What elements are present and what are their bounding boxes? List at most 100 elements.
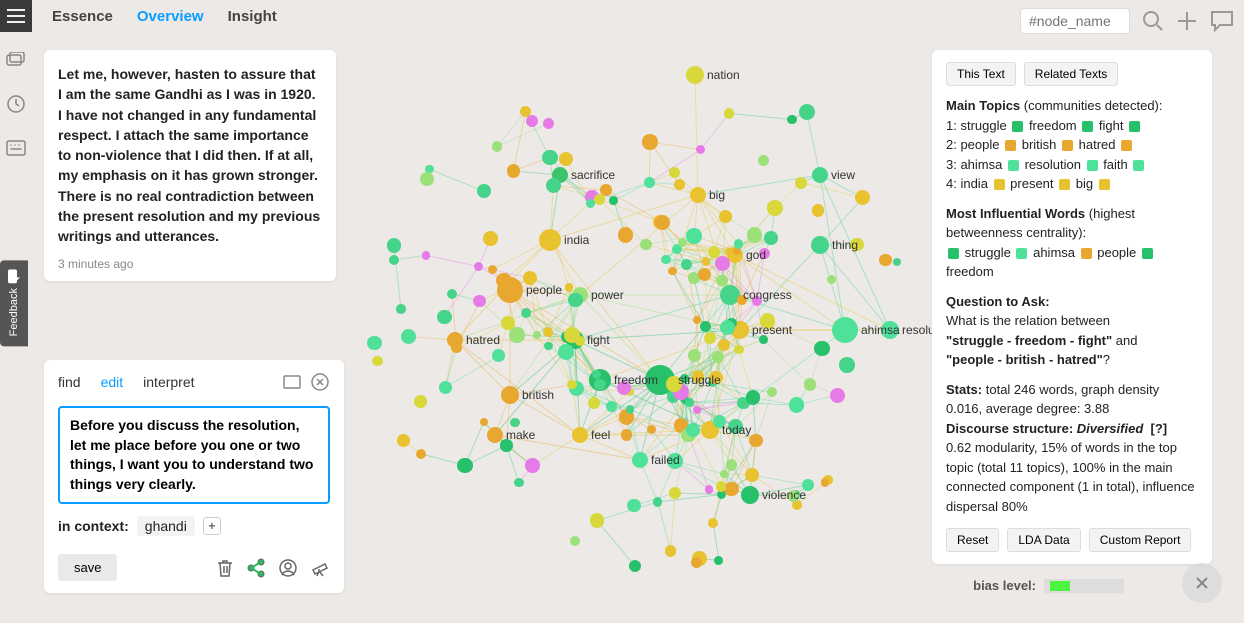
discourse-help[interactable]: [?]	[1151, 421, 1168, 436]
menu-button[interactable]	[0, 0, 32, 32]
graph-node[interactable]	[668, 267, 676, 275]
graph-node[interactable]	[387, 238, 402, 253]
graph-node[interactable]	[632, 452, 648, 468]
graph-node[interactable]	[451, 343, 461, 353]
graph-node[interactable]	[693, 406, 701, 414]
feedback-tab[interactable]: Feedback	[0, 260, 28, 346]
bias-bar[interactable]	[1044, 579, 1124, 593]
graph-node[interactable]	[422, 251, 431, 260]
graph-node[interactable]	[716, 481, 727, 492]
graph-node[interactable]	[747, 227, 763, 243]
graph-node[interactable]	[477, 184, 491, 198]
graph-node[interactable]	[509, 327, 525, 343]
graph-node[interactable]	[567, 380, 576, 389]
lda-button[interactable]: LDA Data	[1007, 528, 1080, 552]
graph-node[interactable]	[420, 172, 434, 186]
rail-history-icon[interactable]	[0, 88, 32, 120]
graph-node[interactable]	[716, 275, 728, 287]
graph-node[interactable]	[655, 215, 670, 230]
graph-node[interactable]	[686, 228, 702, 244]
graph-node[interactable]	[644, 177, 655, 188]
editor-tab-edit[interactable]: edit	[101, 374, 124, 390]
plus-icon[interactable]	[1176, 10, 1198, 32]
graph-node[interactable]	[788, 490, 799, 501]
graph-node[interactable]	[718, 339, 730, 351]
graph-node[interactable]	[543, 327, 553, 337]
graph-node[interactable]	[789, 397, 804, 412]
graph-node[interactable]	[719, 210, 732, 223]
editor-tab-find[interactable]: find	[58, 374, 81, 390]
graph-node[interactable]	[661, 255, 671, 265]
graph-node[interactable]	[594, 194, 605, 205]
graph-node[interactable]	[544, 342, 552, 350]
graph-node[interactable]	[586, 199, 595, 208]
graph-node[interactable]	[437, 310, 451, 324]
graph-node[interactable]	[685, 398, 694, 407]
graph-node[interactable]	[542, 150, 557, 165]
editor-tab-interpret[interactable]: interpret	[143, 374, 194, 390]
graph-node[interactable]	[626, 405, 635, 414]
graph-node[interactable]	[715, 256, 730, 271]
graph-node[interactable]	[737, 295, 746, 304]
rail-keyboard-icon[interactable]	[0, 132, 32, 164]
graph-node[interactable]	[500, 439, 512, 451]
graph-node[interactable]	[745, 468, 759, 482]
graph-node[interactable]	[724, 108, 734, 118]
graph-node[interactable]	[594, 379, 606, 391]
reset-button[interactable]: Reset	[946, 528, 999, 552]
graph-node[interactable]	[720, 320, 735, 335]
rail-workspace-icon[interactable]	[0, 44, 32, 76]
graph-node[interactable]	[879, 254, 891, 266]
graph-node[interactable]	[609, 196, 618, 205]
graph-node[interactable]	[492, 141, 502, 151]
graph-node[interactable]	[457, 458, 472, 473]
user-icon[interactable]	[278, 558, 298, 578]
close-icon[interactable]	[310, 372, 330, 392]
graph-node[interactable]	[811, 236, 829, 254]
graph-node[interactable]	[523, 271, 537, 285]
graph-node[interactable]	[501, 386, 519, 404]
graph-node[interactable]	[698, 268, 711, 281]
graph-node[interactable]	[839, 357, 855, 373]
graph-node[interactable]	[832, 317, 858, 343]
graph-node[interactable]	[746, 390, 760, 404]
graph-node[interactable]	[690, 187, 706, 203]
graph-node[interactable]	[640, 239, 652, 251]
tab-essence[interactable]: Essence	[52, 8, 113, 25]
graph-node[interactable]	[691, 557, 702, 568]
graph-node[interactable]	[787, 115, 797, 125]
graph-node[interactable]	[588, 397, 600, 409]
graph-node[interactable]	[795, 177, 807, 189]
graph-node[interactable]	[488, 265, 497, 274]
graph-node[interactable]	[642, 134, 657, 149]
graph-node[interactable]	[558, 344, 574, 360]
graph-node[interactable]	[709, 371, 723, 385]
graph-node[interactable]	[525, 458, 540, 473]
save-button[interactable]: save	[58, 554, 117, 581]
graph-node[interactable]	[510, 418, 519, 427]
graph-node[interactable]	[473, 295, 485, 307]
graph-node[interactable]	[521, 308, 531, 318]
custom-report-button[interactable]: Custom Report	[1089, 528, 1192, 552]
graph-node[interactable]	[804, 378, 816, 390]
graph-node[interactable]	[367, 336, 381, 350]
graph-node[interactable]	[480, 418, 488, 426]
graph-node[interactable]	[543, 118, 554, 129]
graph-node[interactable]	[414, 395, 427, 408]
graph-node[interactable]	[764, 231, 778, 245]
graph-node[interactable]	[821, 478, 829, 486]
graph-node[interactable]	[590, 513, 604, 527]
graph-node[interactable]	[814, 341, 829, 356]
trash-icon[interactable]	[216, 558, 234, 578]
graph-node[interactable]	[749, 434, 762, 447]
graph-node[interactable]	[734, 345, 743, 354]
graph-node[interactable]	[447, 289, 457, 299]
graph-node[interactable]	[666, 376, 682, 392]
graph-node[interactable]	[496, 273, 511, 288]
graph-node[interactable]	[401, 329, 416, 344]
graph-node[interactable]	[396, 304, 406, 314]
graph-node[interactable]	[617, 381, 631, 395]
tab-overview[interactable]: Overview	[137, 8, 204, 25]
graph-node[interactable]	[483, 231, 498, 246]
graph-node[interactable]	[621, 429, 633, 441]
